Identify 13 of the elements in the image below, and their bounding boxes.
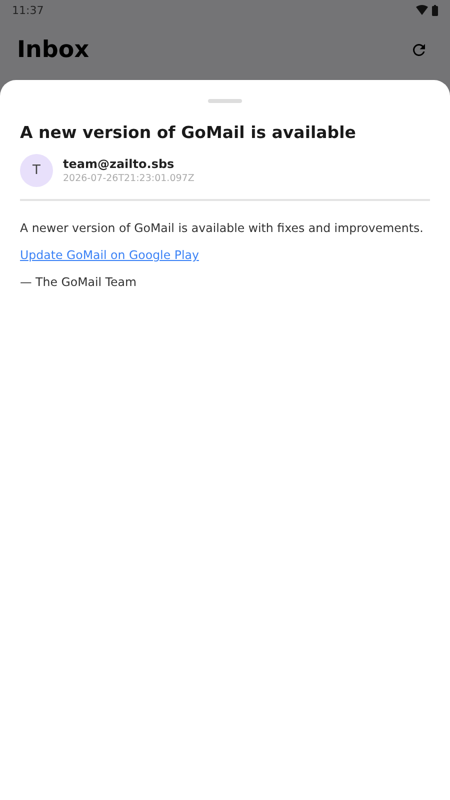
timestamp: 2026-07-26T21:23:01.097Z	[63, 173, 194, 184]
refresh-icon	[410, 41, 428, 59]
email-subject: A new version of GoMail is available	[20, 123, 357, 142]
battery-icon	[432, 4, 438, 16]
sender-address: team@zailto.sbs	[63, 157, 176, 171]
sender-avatar: T	[20, 154, 53, 187]
wifi-icon	[416, 5, 428, 15]
drag-handle[interactable]	[208, 99, 242, 103]
update-link[interactable]: Update GoMail on Google Play	[20, 248, 199, 262]
body-text: A newer version of GoMail is available with fixes and improvements.	[20, 221, 424, 235]
status-time: 11:37	[12, 4, 44, 16]
screen-title: Inbox	[17, 37, 90, 63]
body-text: — The GoMail Team	[20, 275, 138, 289]
